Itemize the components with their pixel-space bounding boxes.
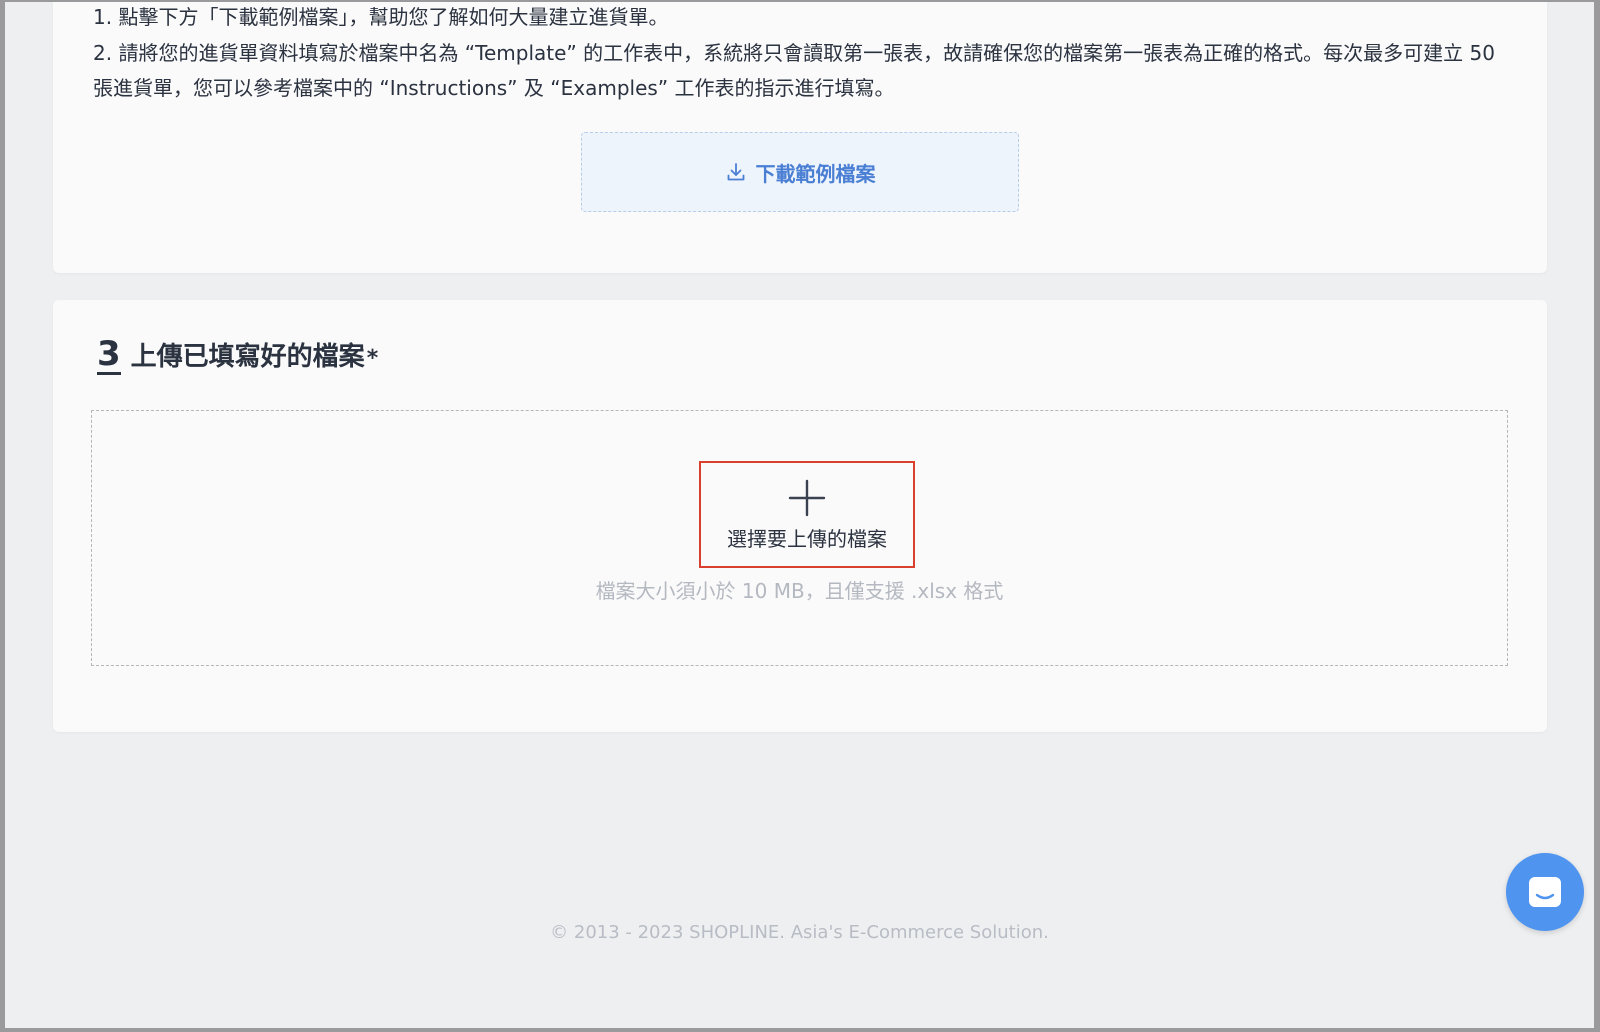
- upload-section-label: 上傳已填寫好的檔案: [130, 342, 365, 372]
- chat-icon: [1529, 877, 1561, 907]
- instructions-text: 1. 點擊下方「下載範例檔案」，幫助您了解如何大量建立進貨單。 2. 請將您的進…: [93, 2, 1513, 107]
- chat-launcher-button[interactable]: [1506, 853, 1584, 931]
- download-icon: [725, 161, 747, 183]
- file-dropzone[interactable]: 選擇要上傳的檔案 檔案大小須小於 10 MB，且僅支援 .xlsx 格式: [91, 410, 1508, 666]
- download-sample-label: 下載範例檔案: [755, 161, 876, 186]
- upload-card: 3 上傳已填寫好的檔案 * 選擇要上傳的檔案 檔案大小須小於 10 MB，且僅支…: [53, 300, 1547, 732]
- instructions-card: 1. 點擊下方「下載範例檔案」，幫助您了解如何大量建立進貨單。 2. 請將您的進…: [53, 2, 1547, 273]
- upload-section-title: 3 上傳已填寫好的檔案 *: [97, 336, 378, 375]
- instruction-step-2: 2. 請將您的進貨單資料填寫於檔案中名為 “Template” 的工作表中，系統…: [93, 40, 1495, 101]
- instruction-step-1: 1. 點擊下方「下載範例檔案」，幫助您了解如何大量建立進貨單。: [93, 5, 669, 29]
- file-requirement-hint: 檔案大小須小於 10 MB，且僅支援 .xlsx 格式: [595, 579, 1004, 603]
- download-sample-button[interactable]: 下載範例檔案: [581, 132, 1019, 212]
- required-mark: *: [366, 346, 379, 371]
- step-number: 3: [97, 334, 121, 375]
- choose-file-label: 選擇要上傳的檔案: [727, 527, 887, 551]
- plus-icon: [788, 479, 826, 517]
- choose-file-button[interactable]: 選擇要上傳的檔案: [699, 461, 915, 568]
- footer-copyright: © 2013 - 2023 SHOPLINE. Asia's E-Commerc…: [550, 922, 1049, 943]
- page: 1. 點擊下方「下載範例檔案」，幫助您了解如何大量建立進貨單。 2. 請將您的進…: [5, 2, 1594, 1028]
